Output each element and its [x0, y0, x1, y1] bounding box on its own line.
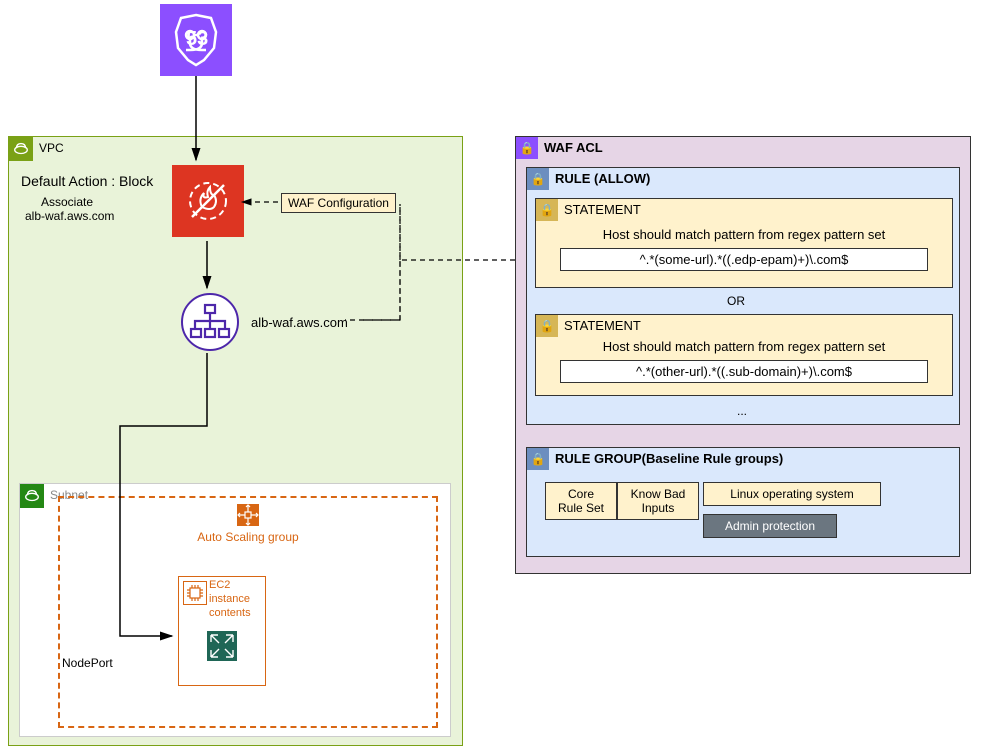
statement-title: STATEMENT	[564, 202, 641, 217]
vpc-badge-icon	[9, 137, 33, 161]
lock-icon: 🔒	[527, 448, 549, 470]
rule-allow-title: RULE (ALLOW)	[555, 171, 650, 186]
rule-group-item: Core Rule Set	[545, 482, 617, 520]
lock-icon: 🔒	[527, 168, 549, 190]
default-action-label: Default Action : Block	[21, 173, 153, 189]
asg-badge-icon	[237, 504, 259, 526]
associate-value: alb-waf.aws.com	[25, 209, 114, 223]
asg-title: Auto Scaling group	[60, 530, 436, 544]
alb-icon	[181, 293, 239, 351]
rule-group-item: Linux operating system	[703, 482, 881, 506]
rule-group-item: Know Bad Inputs	[617, 482, 699, 520]
nodeport-label: NodePort	[62, 656, 113, 670]
statement-desc: Host should match pattern from regex pat…	[536, 335, 952, 358]
waf-acl-container: 🔒 WAF ACL 🔒 RULE (ALLOW) 🔒 STATEMENT Hos…	[515, 136, 971, 574]
route53-label: 53	[186, 28, 208, 51]
statement-title: STATEMENT	[564, 318, 641, 333]
asg-container: Auto Scaling group EC2 instance contents	[58, 496, 438, 728]
route53-icon: 53	[160, 4, 232, 76]
waf-icon	[172, 165, 244, 237]
waf-acl-title: WAF ACL	[544, 140, 603, 155]
statement-desc: Host should match pattern from regex pat…	[536, 223, 952, 246]
regex-value: ^.*(other-url).*((.sub-domain)+)\.com$	[560, 360, 928, 383]
rule-allow-container: 🔒 RULE (ALLOW) 🔒 STATEMENT Host should m…	[526, 167, 960, 425]
ec2-badge-icon	[183, 581, 207, 605]
vpc-container: VPC Default Action : Block Associate alb…	[8, 136, 463, 746]
regex-value: ^.*(some-url).*((.edp-epam)+)\.com$	[560, 248, 928, 271]
subnet-container: Subnet Auto Scaling group EC2 instance c…	[19, 483, 451, 737]
statement-container: 🔒 STATEMENT Host should match pattern fr…	[535, 198, 953, 288]
rule-group-title: RULE GROUP(Baseline Rule groups)	[555, 451, 783, 466]
ec2-title: EC2 instance contents	[209, 579, 251, 620]
rule-group-container: 🔒 RULE GROUP(Baseline Rule groups) Core …	[526, 447, 960, 557]
ec2-inner-icon	[207, 631, 237, 661]
statement-container: 🔒 STATEMENT Host should match pattern fr…	[535, 314, 953, 396]
waf-config-tag: WAF Configuration	[281, 193, 396, 213]
or-label: OR	[727, 294, 745, 308]
lock-icon: 🔒	[536, 199, 558, 221]
vpc-title: VPC	[39, 141, 64, 155]
lock-icon: 🔒	[516, 137, 538, 159]
alb-label: alb-waf.aws.com	[251, 315, 348, 330]
rule-group-item: Admin protection	[703, 514, 837, 538]
associate-label: Associate	[41, 195, 93, 209]
lock-icon: 🔒	[536, 315, 558, 337]
ec2-container: EC2 instance contents	[178, 576, 266, 686]
ellipsis: ...	[737, 404, 747, 418]
subnet-badge-icon	[20, 484, 44, 508]
